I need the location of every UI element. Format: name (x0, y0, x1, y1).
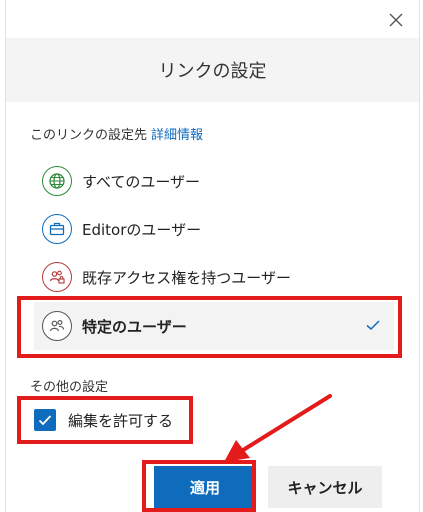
option-specific-people-label: 特定のユーザー (82, 317, 187, 336)
checkmark-icon (38, 415, 52, 426)
people-icon (42, 311, 72, 341)
people-lock-icon (42, 262, 72, 292)
dialog-header: リンクの設定 (6, 38, 419, 102)
option-anyone[interactable]: すべてのユーザー (34, 158, 394, 204)
link-target-label: このリンクの設定先 (30, 128, 148, 143)
learn-more-link[interactable]: 詳細情報 (151, 128, 203, 143)
close-button[interactable] (384, 8, 408, 32)
option-specific-people[interactable]: 特定のユーザー (34, 302, 394, 350)
cancel-button[interactable]: キャンセル (268, 466, 382, 508)
allow-edit-checkbox[interactable] (34, 409, 56, 431)
briefcase-icon (42, 214, 72, 244)
globe-icon (42, 166, 72, 196)
close-icon (389, 13, 403, 27)
option-anyone-label: すべてのユーザー (82, 172, 201, 191)
option-editor-users-label: Editorのユーザー (82, 220, 202, 239)
option-existing-access-label: 既存アクセス権を持つユーザー (82, 268, 291, 287)
allow-edit-row[interactable]: 編集を許可する (34, 404, 173, 436)
selected-check-icon (366, 320, 380, 331)
option-editor-users[interactable]: Editorのユーザー (34, 206, 394, 252)
allow-edit-label: 編集を許可する (68, 411, 174, 430)
link-settings-dialog: リンクの設定 このリンクの設定先 詳細情報 すべてのユーザー Editorのユーザ… (5, 0, 420, 512)
option-existing-access[interactable]: 既存アクセス権を持つユーザー (34, 254, 394, 300)
dialog-title: リンクの設定 (158, 61, 267, 82)
apply-button[interactable]: 適用 (154, 466, 256, 508)
other-settings-heading: その他の設定 (30, 380, 109, 395)
link-target-heading: このリンクの設定先 詳細情報 (30, 124, 203, 143)
